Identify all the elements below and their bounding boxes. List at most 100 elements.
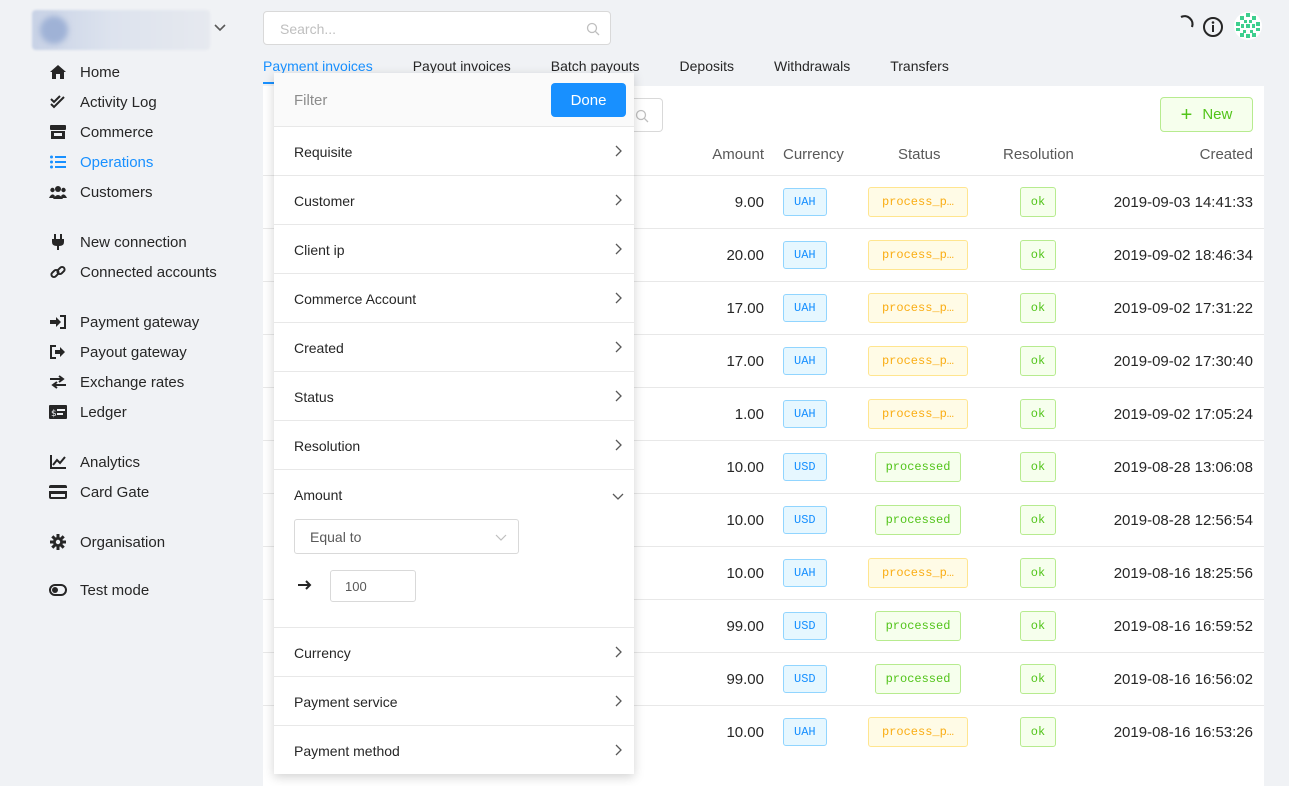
column-header-amount[interactable]: Amount — [712, 146, 764, 163]
check-double-icon — [48, 92, 68, 112]
currency-badge: USD — [783, 453, 827, 481]
sidebar-item-activity-log[interactable]: Activity Log — [48, 90, 157, 114]
resolution-badge: ok — [1020, 452, 1056, 482]
amount-cell: 10.00 — [726, 512, 764, 529]
sidebar-item-label: Ledger — [80, 403, 127, 421]
chevron-down-icon[interactable] — [612, 490, 624, 502]
sidebar-item-label: Exchange rates — [80, 373, 185, 391]
amount-cell: 99.00 — [726, 618, 764, 635]
info-icon[interactable] — [1202, 16, 1224, 38]
amount-cell: 10.00 — [726, 565, 764, 582]
filter-item-label: Requisite — [294, 144, 353, 160]
created-cell: 2019-08-16 16:56:02 — [1113, 671, 1253, 688]
sidebar-item-label: New connection — [80, 233, 187, 251]
filter-item-label[interactable]: Amount — [294, 487, 342, 503]
status-badge: process_p… — [868, 293, 968, 323]
sidebar-item-customers[interactable]: Customers — [48, 180, 153, 204]
users-icon — [48, 182, 68, 202]
filter-item-customer[interactable]: Customer — [274, 176, 634, 225]
sidebar-item-payment-gateway[interactable]: Payment gateway — [48, 310, 199, 334]
resolution-badge: ok — [1020, 717, 1056, 747]
column-header-resolution[interactable]: Resolution — [1003, 146, 1074, 163]
currency-badge: UAH — [783, 559, 827, 587]
tab-deposits[interactable]: Deposits — [680, 58, 734, 84]
sidebar-item-label: Organisation — [80, 533, 166, 551]
amount-cell: 10.00 — [726, 459, 764, 476]
gear-icon — [48, 532, 68, 552]
sidebar-item-payout-gateway[interactable]: Payout gateway — [48, 340, 187, 364]
chevron-right-icon — [615, 439, 622, 451]
filter-item-requisite[interactable]: Requisite — [274, 127, 634, 176]
sidebar-item-home[interactable]: Home — [48, 60, 120, 84]
status-badge: process_p… — [868, 346, 968, 376]
search-input[interactable] — [278, 20, 582, 38]
resolution-badge: ok — [1020, 293, 1056, 323]
filter-item-client-ip[interactable]: Client ip — [274, 225, 634, 274]
tab-transfers[interactable]: Transfers — [890, 58, 949, 84]
sidebar-item-card-gate[interactable]: Card Gate — [48, 480, 149, 504]
created-cell: 2019-09-02 17:05:24 — [1113, 406, 1253, 423]
search-icon — [635, 109, 649, 123]
amount-cell: 20.00 — [726, 247, 764, 264]
currency-badge: UAH — [783, 718, 827, 746]
amount-cell: 9.00 — [734, 194, 764, 211]
credit-card-icon — [48, 482, 68, 502]
store-icon — [48, 122, 68, 142]
filter-item-label: Payment service — [294, 694, 398, 710]
created-cell: 2019-08-16 16:59:52 — [1113, 618, 1253, 635]
chart-line-icon — [48, 452, 68, 472]
new-invoice-button[interactable]: + New — [1160, 97, 1253, 132]
sidebar-item-label: Card Gate — [80, 483, 150, 501]
amount-cell: 17.00 — [726, 300, 764, 317]
amount-cell: 17.00 — [726, 353, 764, 370]
sidebar-item-connected-accounts[interactable]: Connected accounts — [48, 260, 217, 284]
filter-item-currency[interactable]: Currency — [274, 628, 634, 677]
column-header-created[interactable]: Created — [1200, 146, 1253, 163]
column-header-currency[interactable]: Currency — [783, 146, 844, 163]
filter-item-resolution[interactable]: Resolution — [274, 421, 634, 470]
tab-withdrawals[interactable]: Withdrawals — [774, 58, 850, 84]
filter-item-status[interactable]: Status — [274, 372, 634, 421]
done-button[interactable]: Done — [551, 83, 626, 117]
currency-badge: UAH — [783, 188, 827, 216]
global-search[interactable] — [263, 11, 611, 45]
filter-item-label: Client ip — [294, 242, 345, 258]
organization-avatar — [40, 16, 68, 44]
sidebar-item-label: Analytics — [80, 453, 141, 471]
filter-item-payment-service[interactable]: Payment service — [274, 677, 634, 726]
user-avatar[interactable] — [1233, 11, 1263, 41]
status-badge: process_p… — [868, 399, 968, 429]
search-icon[interactable] — [586, 22, 600, 36]
status-badge: processed — [875, 452, 961, 482]
filter-item-created[interactable]: Created — [274, 323, 634, 372]
sidebar-item-label: Commerce — [80, 123, 154, 141]
created-cell: 2019-08-28 13:06:08 — [1113, 459, 1253, 476]
svg-text:$: $ — [51, 409, 57, 419]
filter-item-label: Commerce Account — [294, 291, 417, 307]
select-value: Equal to — [310, 529, 362, 545]
sidebar-item-test-mode[interactable]: Test mode — [48, 578, 149, 602]
currency-badge: USD — [783, 612, 827, 640]
sidebar-item-organisation[interactable]: Organisation — [48, 530, 165, 554]
amount-operator-select[interactable]: Equal to — [294, 519, 519, 554]
list-icon — [48, 152, 68, 172]
sidebar-item-label: Payout gateway — [80, 343, 187, 361]
sidebar-item-analytics[interactable]: Analytics — [48, 450, 140, 474]
status-badge: process_p… — [868, 240, 968, 270]
arrow-right-icon — [298, 580, 312, 590]
sidebar-item-label: Test mode — [80, 581, 150, 599]
sidebar-item-operations[interactable]: Operations — [48, 150, 153, 174]
sidebar-item-new-connection[interactable]: New connection — [48, 230, 187, 254]
chevron-down-icon[interactable] — [213, 20, 227, 34]
sidebar-item-exchange-rates[interactable]: Exchange rates — [48, 370, 184, 394]
sidebar-item-label: Operations — [80, 153, 154, 171]
filter-item-label: Created — [294, 340, 344, 356]
column-header-status[interactable]: Status — [898, 146, 941, 163]
status-badge: process_p… — [868, 558, 968, 588]
created-cell: 2019-09-02 17:31:22 — [1113, 300, 1253, 317]
sidebar-item-commerce[interactable]: Commerce — [48, 120, 153, 144]
filter-item-payment-method[interactable]: Payment method — [274, 726, 634, 774]
filter-item-commerce-account[interactable]: Commerce Account — [274, 274, 634, 323]
amount-value-input[interactable] — [330, 570, 416, 602]
sidebar-item-ledger[interactable]: $ Ledger — [48, 400, 127, 424]
